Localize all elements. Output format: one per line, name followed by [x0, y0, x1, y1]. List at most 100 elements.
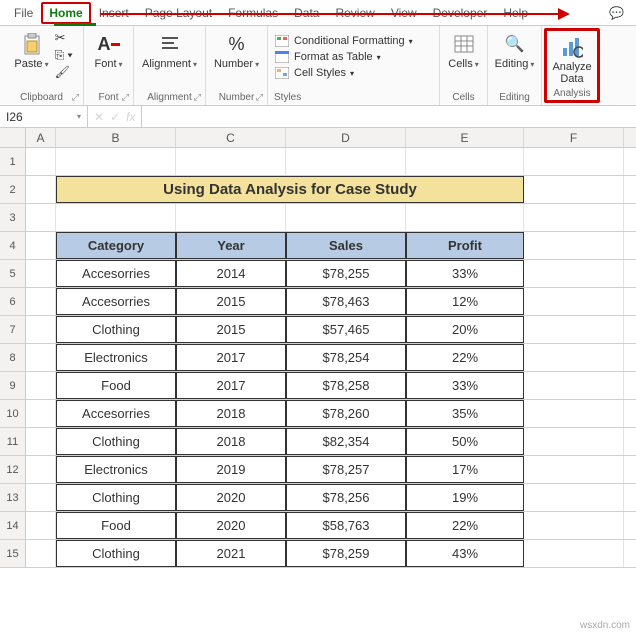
table-cell[interactable]: Food — [56, 512, 176, 539]
table-cell[interactable]: $82,354 — [286, 428, 406, 455]
alignment-button[interactable]: Alignment — [138, 30, 201, 72]
table-cell[interactable]: Accesorries — [56, 260, 176, 287]
cell[interactable] — [26, 260, 56, 287]
editing-button[interactable]: 🔍 Editing — [491, 30, 539, 72]
table-cell[interactable]: $57,465 — [286, 316, 406, 343]
cell[interactable] — [524, 456, 624, 483]
cell[interactable] — [26, 540, 56, 567]
cell[interactable] — [524, 484, 624, 511]
cell[interactable] — [56, 148, 176, 175]
table-cell[interactable]: $58,763 — [286, 512, 406, 539]
cell[interactable] — [524, 512, 624, 539]
tab-file[interactable]: File — [6, 2, 41, 24]
row-header[interactable]: 7 — [0, 316, 26, 343]
table-cell[interactable]: 2017 — [176, 372, 286, 399]
table-cell[interactable]: 35% — [406, 400, 524, 427]
col-header-e[interactable]: E — [406, 128, 524, 147]
clipboard-launcher-icon[interactable]: ⤢ — [72, 92, 79, 103]
table-cell[interactable]: Food — [56, 372, 176, 399]
table-cell[interactable]: $78,463 — [286, 288, 406, 315]
cell[interactable] — [56, 204, 176, 231]
table-cell[interactable]: 33% — [406, 372, 524, 399]
select-all-corner[interactable] — [0, 128, 26, 147]
table-cell[interactable]: 2020 — [176, 484, 286, 511]
table-cell[interactable]: 2020 — [176, 512, 286, 539]
cell[interactable] — [26, 288, 56, 315]
name-box[interactable]: I26 ▾ — [0, 106, 88, 127]
formula-input[interactable] — [142, 106, 636, 127]
table-cell[interactable]: Electronics — [56, 344, 176, 371]
cell[interactable] — [26, 344, 56, 371]
conditional-formatting-button[interactable]: Conditional Formatting ▾ — [274, 34, 433, 48]
table-cell[interactable]: 50% — [406, 428, 524, 455]
tab-home[interactable]: Home — [41, 2, 90, 24]
row-header[interactable]: 13 — [0, 484, 26, 511]
row-header[interactable]: 12 — [0, 456, 26, 483]
cell[interactable] — [406, 204, 524, 231]
table-cell[interactable]: 2015 — [176, 288, 286, 315]
row-header[interactable]: 15 — [0, 540, 26, 567]
cell[interactable] — [524, 232, 624, 259]
table-cell[interactable]: $78,254 — [286, 344, 406, 371]
table-cell[interactable]: 33% — [406, 260, 524, 287]
row-header[interactable]: 5 — [0, 260, 26, 287]
table-cell[interactable]: 2019 — [176, 456, 286, 483]
cell[interactable] — [524, 540, 624, 567]
col-header-b[interactable]: B — [56, 128, 176, 147]
table-cell[interactable]: 22% — [406, 512, 524, 539]
cell[interactable] — [524, 428, 624, 455]
cell[interactable] — [26, 372, 56, 399]
row-header[interactable]: 11 — [0, 428, 26, 455]
col-header-a[interactable]: A — [26, 128, 56, 147]
cells-button[interactable]: Cells — [444, 30, 482, 72]
cell[interactable] — [176, 148, 286, 175]
format-painter-icon[interactable]: 🖌 — [55, 65, 73, 79]
table-cell[interactable]: 20% — [406, 316, 524, 343]
row-header[interactable]: 8 — [0, 344, 26, 371]
cell[interactable] — [524, 148, 624, 175]
cell[interactable] — [26, 176, 56, 203]
copy-icon[interactable]: ⎘ ▾ — [55, 48, 73, 63]
paste-button[interactable]: Paste — [10, 30, 52, 72]
row-header[interactable]: 4 — [0, 232, 26, 259]
table-cell[interactable]: $78,260 — [286, 400, 406, 427]
table-header[interactable]: Category — [56, 232, 176, 259]
number-launcher-icon[interactable]: ⤢ — [256, 92, 263, 103]
table-cell[interactable]: Clothing — [56, 316, 176, 343]
table-cell[interactable]: 22% — [406, 344, 524, 371]
row-header[interactable]: 2 — [0, 176, 26, 203]
table-cell[interactable]: $78,258 — [286, 372, 406, 399]
col-header-f[interactable]: F — [524, 128, 624, 147]
row-header[interactable]: 6 — [0, 288, 26, 315]
table-cell[interactable]: Clothing — [56, 428, 176, 455]
cell[interactable] — [524, 176, 624, 203]
col-header-d[interactable]: D — [286, 128, 406, 147]
cell-styles-button[interactable]: Cell Styles ▾ — [274, 66, 433, 80]
number-button[interactable]: % Number — [210, 30, 263, 72]
table-cell[interactable]: 12% — [406, 288, 524, 315]
table-header[interactable]: Sales — [286, 232, 406, 259]
table-cell[interactable]: 2021 — [176, 540, 286, 567]
cell[interactable] — [26, 316, 56, 343]
row-header[interactable]: 10 — [0, 400, 26, 427]
cell[interactable] — [26, 232, 56, 259]
cell[interactable] — [524, 372, 624, 399]
table-cell[interactable]: Clothing — [56, 484, 176, 511]
row-header[interactable]: 9 — [0, 372, 26, 399]
table-header[interactable]: Year — [176, 232, 286, 259]
comments-icon[interactable]: 💬 — [603, 2, 630, 24]
table-cell[interactable]: 2018 — [176, 428, 286, 455]
table-cell[interactable]: 17% — [406, 456, 524, 483]
row-header[interactable]: 3 — [0, 204, 26, 231]
cell[interactable] — [26, 484, 56, 511]
table-cell[interactable]: $78,255 — [286, 260, 406, 287]
table-cell[interactable]: 2015 — [176, 316, 286, 343]
table-cell[interactable]: Accesorries — [56, 400, 176, 427]
font-launcher-icon[interactable]: ⤢ — [122, 92, 129, 103]
cell[interactable] — [26, 456, 56, 483]
table-cell[interactable]: 2018 — [176, 400, 286, 427]
row-header[interactable]: 1 — [0, 148, 26, 175]
cell[interactable] — [26, 428, 56, 455]
analyze-data-button[interactable]: Analyze Data — [548, 33, 595, 87]
table-cell[interactable]: $78,257 — [286, 456, 406, 483]
